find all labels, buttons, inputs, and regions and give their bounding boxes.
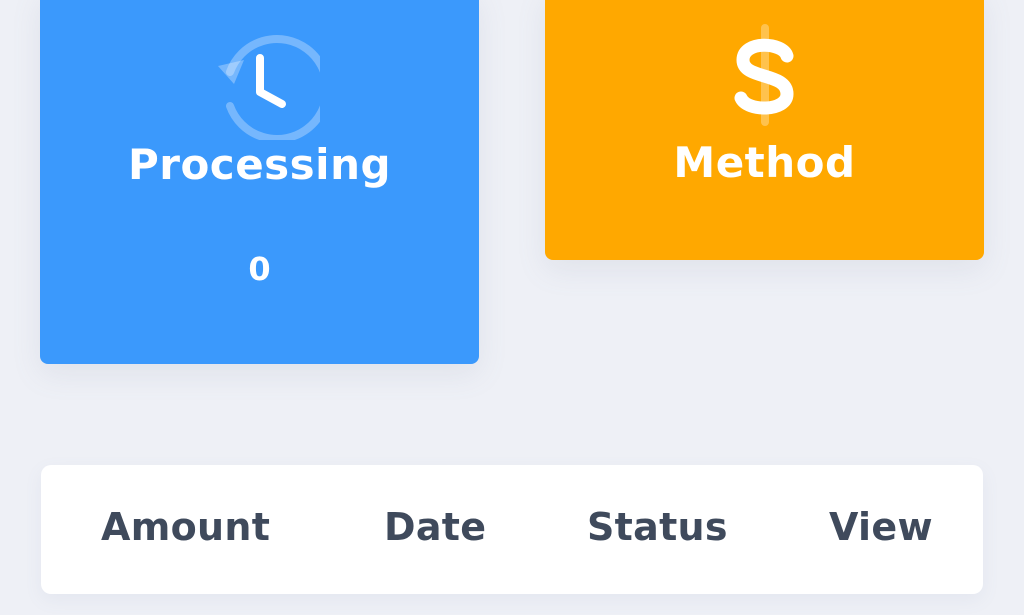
processing-count: 0	[248, 250, 271, 288]
column-header-date[interactable]: Date	[384, 505, 486, 549]
column-header-view[interactable]: View	[829, 505, 933, 549]
processing-title: Processing	[127, 140, 392, 189]
processing-card[interactable]: Processing 0	[40, 0, 479, 364]
dollar-icon	[725, 20, 805, 130]
history-clock-icon	[200, 20, 331, 143]
table-header-row: Amount Date Status View	[41, 465, 983, 594]
method-title: Method	[673, 138, 856, 187]
column-header-amount[interactable]: Amount	[101, 505, 270, 549]
column-header-status[interactable]: Status	[587, 505, 728, 549]
method-card[interactable]: Method	[545, 0, 984, 260]
